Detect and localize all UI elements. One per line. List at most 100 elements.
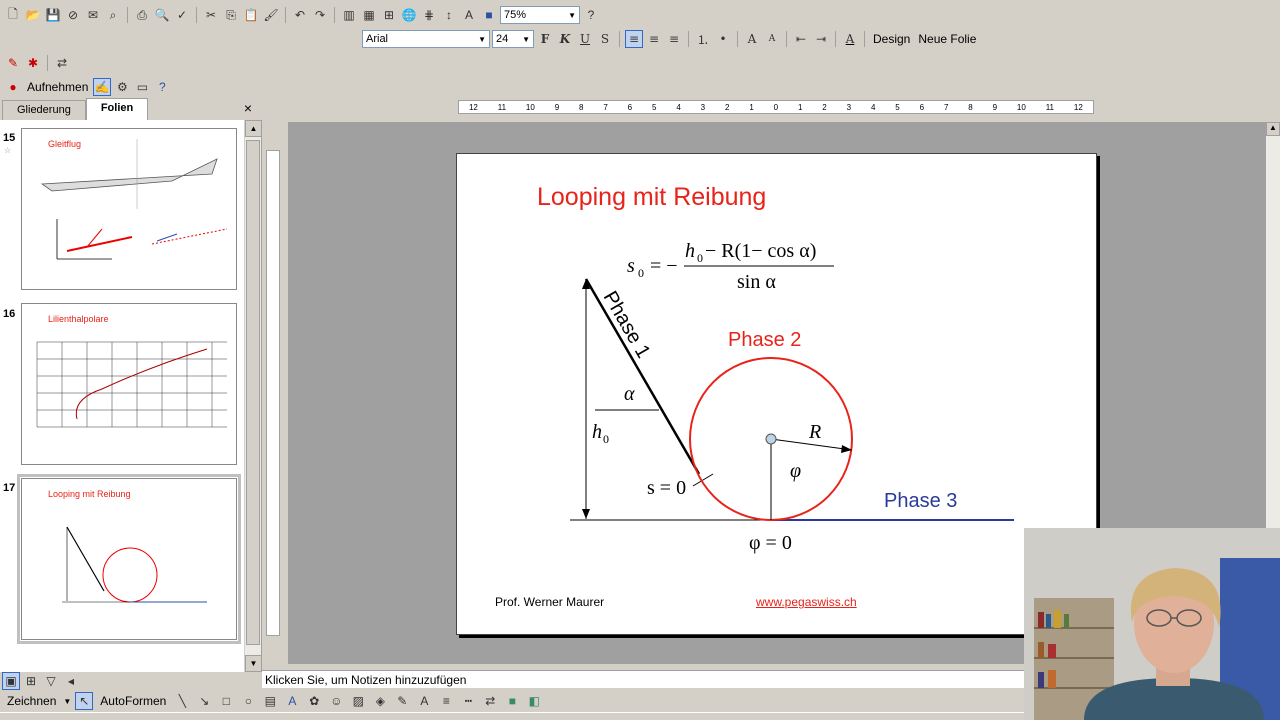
scroll-down-icon[interactable]: ▼ — [245, 655, 262, 672]
separator — [864, 31, 865, 47]
ruler-tick-label: 1 — [797, 102, 803, 112]
decrease-font-icon[interactable]: A — [763, 30, 781, 48]
polar-graph — [36, 341, 227, 428]
line-style-icon[interactable]: ≡ — [437, 692, 455, 710]
hyperlink-icon[interactable]: 🌐 — [400, 6, 418, 24]
underline-button[interactable]: U — [576, 30, 594, 48]
slides-panel: Gliederung Folien × 15 ☆ Gleitflug . 16 … — [0, 98, 262, 672]
notes-pane[interactable]: Klicken Sie, um Notizen hinzuzufügen — [262, 670, 1024, 688]
grid-icon[interactable]: ⋕ — [420, 6, 438, 24]
scroll-thumb[interactable] — [246, 140, 260, 645]
tab-slides[interactable]: Folien — [85, 98, 149, 120]
zoom-select[interactable]: 75% ▼ — [500, 6, 580, 24]
scroll-up-icon[interactable]: ▲ — [245, 120, 262, 137]
settings-icon[interactable]: ⚙ — [113, 78, 131, 96]
design-button[interactable]: Design — [870, 32, 913, 46]
shadow-style-icon[interactable]: ■ — [503, 692, 521, 710]
redo-icon[interactable]: ↷ — [311, 6, 329, 24]
font-select[interactable]: Arial ▼ — [362, 30, 490, 48]
format-painter-icon[interactable]: 🖌 — [262, 6, 280, 24]
align-center-icon[interactable]: ≡ — [645, 30, 663, 48]
italic-button[interactable]: K — [556, 30, 574, 48]
scroll-up-icon[interactable]: ▲ — [1266, 122, 1280, 136]
email-icon[interactable]: ✉ — [84, 6, 102, 24]
record-icon[interactable]: ● — [4, 78, 22, 96]
dash-style-icon[interactable]: ┅ — [459, 692, 477, 710]
undo-icon[interactable]: ↶ — [291, 6, 309, 24]
decrease-indent-icon[interactable]: ⇤ — [792, 30, 810, 48]
clipart-icon[interactable]: ☺ — [327, 692, 345, 710]
rectangle-icon[interactable]: □ — [217, 692, 235, 710]
spellcheck-icon[interactable]: ✓ — [173, 6, 191, 24]
select-pointer-icon[interactable]: ↖ — [75, 692, 94, 710]
textbox-icon[interactable]: ▤ — [261, 692, 279, 710]
line-icon[interactable]: ╲ — [173, 692, 191, 710]
arrow-style-icon[interactable]: ⇄ — [481, 692, 499, 710]
normal-view-icon[interactable]: ▣ — [2, 672, 20, 690]
markup-icon[interactable]: ✎ — [4, 54, 22, 72]
zoom-value: 75% — [504, 9, 527, 21]
slide-number: 16 — [3, 308, 16, 320]
question-icon[interactable]: ? — [153, 78, 171, 96]
help-icon[interactable]: ? — [582, 6, 600, 24]
slideshow-icon[interactable]: ▽ — [42, 672, 60, 690]
comment-icon[interactable]: ✱ — [24, 54, 42, 72]
phi-zero-label: φ = 0 — [749, 532, 792, 554]
increase-indent-icon[interactable]: ⇥ — [812, 30, 830, 48]
bold-button[interactable]: F — [536, 30, 554, 48]
bullets-icon[interactable]: • — [714, 30, 732, 48]
align-right-icon[interactable]: ≡ — [665, 30, 683, 48]
new-slide-button[interactable]: Neue Folie — [915, 32, 979, 46]
tool-icon[interactable]: ✍ — [93, 78, 112, 96]
fill-color-icon[interactable]: ◈ — [371, 692, 389, 710]
ellipse-icon[interactable]: ○ — [239, 692, 257, 710]
autoshapes-menu-button[interactable]: AutoFormen — [97, 694, 169, 708]
shadow-button[interactable]: S — [596, 30, 614, 48]
record-button[interactable]: Aufnehmen — [24, 80, 91, 94]
font-size-select[interactable]: 24 ▼ — [492, 30, 534, 48]
footer-link[interactable]: www.pegaswiss.ch — [756, 595, 857, 609]
font-color-icon[interactable]: A — [841, 30, 859, 48]
numbering-icon[interactable]: ⒈ — [694, 30, 712, 48]
phase3-label: Phase 3 — [884, 490, 957, 512]
slide-thumbnail[interactable]: Gleitflug . — [21, 128, 237, 290]
expand-all-icon[interactable]: ↕ — [440, 6, 458, 24]
print-preview-icon[interactable]: 🔍 — [153, 6, 171, 24]
monitor-icon[interactable]: ▭ — [133, 78, 151, 96]
copy-icon[interactable]: ⎘ — [222, 6, 240, 24]
slide-thumbnail[interactable]: Looping mit Reibung — [17, 474, 241, 644]
slide-thumbnail[interactable]: Lilienthalpolare — [21, 303, 237, 465]
save-icon[interactable]: 💾 — [44, 6, 62, 24]
insert-chart-icon[interactable]: ▥ — [340, 6, 358, 24]
search-icon[interactable]: ⌕ — [104, 6, 122, 24]
ruler-tick-label: 2 — [724, 102, 730, 112]
draw-menu-button[interactable]: Zeichnen — [4, 694, 59, 708]
slide-sorter-icon[interactable]: ⊞ — [22, 672, 40, 690]
line-color-icon[interactable]: ✎ — [393, 692, 411, 710]
show-formatting-icon[interactable]: A — [460, 6, 478, 24]
color-grayscale-icon[interactable]: ■ — [480, 6, 498, 24]
increase-font-icon[interactable]: A — [743, 30, 761, 48]
permission-icon[interactable]: ⊘ — [64, 6, 82, 24]
diagram-icon[interactable]: ✿ — [305, 692, 323, 710]
picture-icon[interactable]: ▨ — [349, 692, 367, 710]
arrow-icon[interactable]: ↘ — [195, 692, 213, 710]
open-folder-icon[interactable]: 📂 — [24, 6, 42, 24]
3d-style-icon[interactable]: ◧ — [525, 692, 543, 710]
status-bar — [0, 712, 1024, 720]
print-icon[interactable]: ⎙ — [133, 6, 151, 24]
close-icon[interactable]: × — [244, 100, 252, 116]
align-left-icon[interactable]: ≡ — [625, 30, 643, 48]
insert-table-icon[interactable]: ▦ — [360, 6, 378, 24]
scroll-left-icon[interactable]: ◀ — [62, 672, 80, 690]
font-color-icon[interactable]: A — [415, 692, 433, 710]
cut-icon[interactable]: ✂ — [202, 6, 220, 24]
wordart-icon[interactable]: A — [283, 692, 301, 710]
reviewing-pane-icon[interactable]: ⇄ — [53, 54, 71, 72]
tab-outline[interactable]: Gliederung — [2, 100, 86, 120]
current-slide[interactable]: Looping mit Reibung s 0 = − h 0 − R(1− c… — [456, 153, 1097, 635]
paste-icon[interactable]: 📋 — [242, 6, 260, 24]
panel-scrollbar[interactable]: ▲ ▼ — [244, 120, 262, 672]
new-document-icon[interactable]: 🗋 — [4, 6, 22, 24]
tables-borders-icon[interactable]: ⊞ — [380, 6, 398, 24]
